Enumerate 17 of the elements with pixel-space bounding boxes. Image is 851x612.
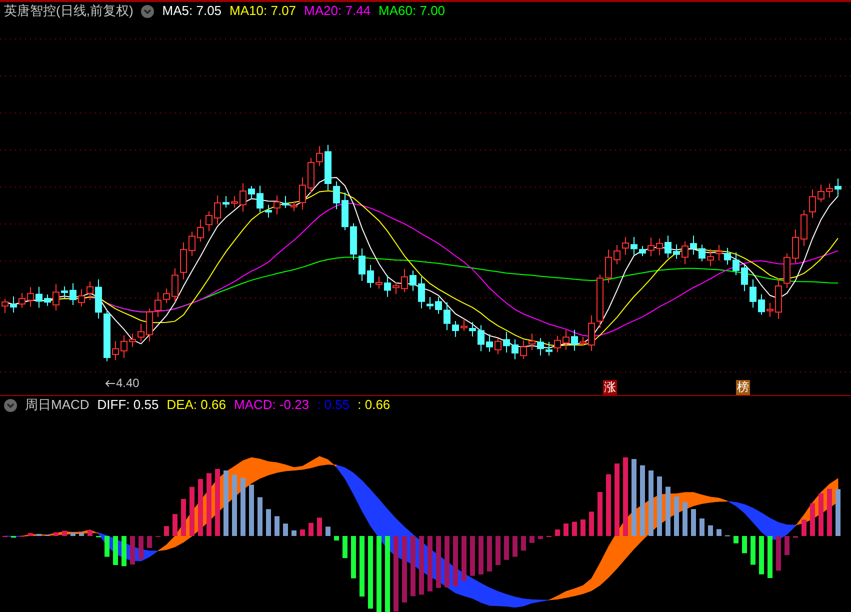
legend-value: MA10: 7.07 xyxy=(230,2,296,20)
chart-title: 英唐智控(日线,前复权) xyxy=(4,2,134,20)
chevron-down-icon[interactable] xyxy=(141,4,154,18)
legend-value: MA20: 7.44 xyxy=(304,2,371,20)
signal-badge: 榜 xyxy=(736,380,750,395)
legend-value: DEA: 0.66 xyxy=(166,396,226,414)
legend-value: MA60: 7.00 xyxy=(378,2,446,20)
legend-value: : 0.66 xyxy=(358,396,390,414)
legend-value: : 0.55 xyxy=(317,396,350,414)
chevron-down-icon[interactable] xyxy=(4,398,17,412)
indicator-title: 周日MACD xyxy=(25,396,90,414)
signal-badge: 涨 xyxy=(603,380,617,395)
low-price-label: 4.40 xyxy=(116,375,140,392)
legend-value: MA5: 7.05 xyxy=(162,2,222,20)
legend-value: MACD: -0.23 xyxy=(234,396,310,414)
arrow-left-icon xyxy=(105,380,115,386)
legend-value: DIFF: 0.55 xyxy=(97,396,159,414)
